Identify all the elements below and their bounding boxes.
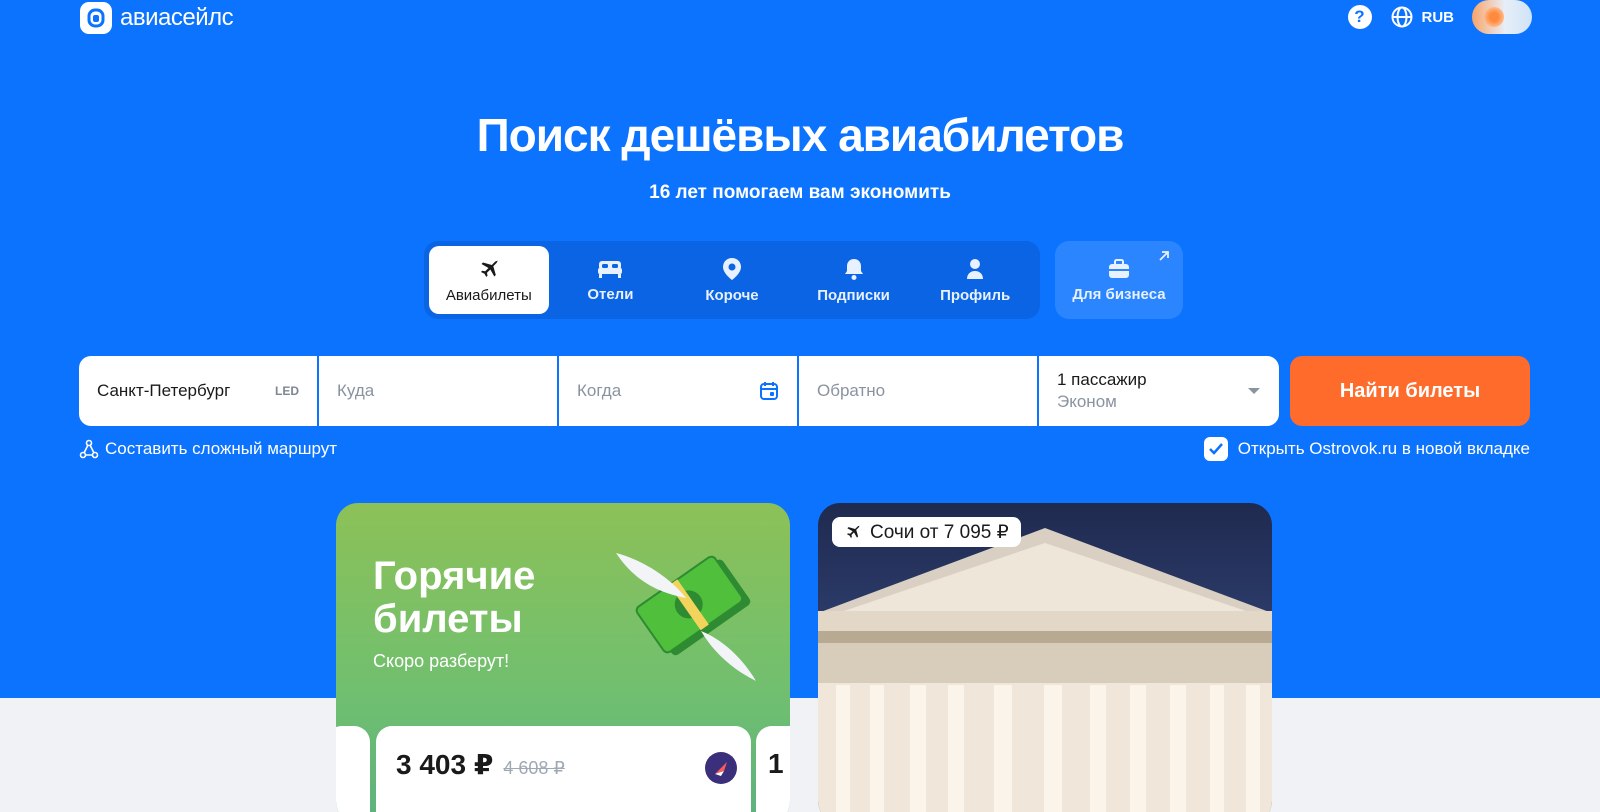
- briefcase-icon: [1109, 258, 1129, 278]
- return-field[interactable]: Обратно: [799, 356, 1037, 426]
- calendar-icon[interactable]: [759, 381, 779, 401]
- help-icon[interactable]: ?: [1347, 5, 1372, 29]
- plane-icon: [480, 259, 498, 277]
- location-pin-icon: [722, 257, 741, 280]
- hot-title-line: Горячие: [373, 554, 536, 598]
- hot-title-line: билеты: [373, 597, 523, 641]
- plane-icon: [847, 525, 860, 538]
- cabin-class: Эконом: [1057, 392, 1117, 411]
- tab-label: Профиль: [940, 286, 1011, 304]
- airline-logo-icon: [705, 752, 737, 784]
- hot-tickets-card[interactable]: Горячие билеты Скоро разберут! 3 403 ₽ 4…: [336, 503, 790, 812]
- tab-label: Короче: [705, 286, 759, 304]
- tab-business[interactable]: Для бизнеса: [1055, 241, 1183, 319]
- bell-icon: [844, 258, 863, 280]
- tab-hotels[interactable]: Отели: [551, 246, 671, 314]
- hot-tickets-title: Горячие билеты: [373, 555, 535, 641]
- logo-text: авиасейлс: [120, 4, 234, 31]
- complex-route-link[interactable]: Составить сложный маршрут: [79, 439, 337, 459]
- tab-label: Подписки: [817, 286, 890, 304]
- sochi-building-image: [818, 528, 1272, 812]
- logo-icon: [80, 2, 112, 34]
- next-price-partial: 1: [768, 748, 784, 779]
- external-link-icon: [1159, 251, 1169, 261]
- origin-field[interactable]: Санкт-Петербург LED: [79, 356, 317, 426]
- person-icon: [967, 258, 984, 279]
- theme-toggle-avatar[interactable]: [1472, 0, 1532, 34]
- old-price: 4 608 ₽: [503, 758, 565, 778]
- currency-label: RUB: [1421, 8, 1455, 26]
- ostrovok-option[interactable]: Открыть Ostrovok.ru в новой вкладке: [1203, 437, 1530, 461]
- page-subtitle: 16 лет помогаем вам экономить: [649, 182, 951, 203]
- ostrovok-label: Открыть Ostrovok.ru в новой вкладке: [1237, 439, 1530, 458]
- search-form: Санкт-Петербург LED Куда Когда Обратно 1…: [79, 356, 1279, 426]
- origin-code: LED: [275, 384, 299, 398]
- header-actions: ? RUB: [1347, 0, 1532, 34]
- price-card-prev[interactable]: [336, 726, 370, 812]
- find-tickets-button[interactable]: Найти билеты: [1290, 356, 1530, 426]
- service-tabs: Авиабилеты Отели Короче Подписки Профиль: [424, 241, 1040, 319]
- date-field[interactable]: Когда: [559, 356, 797, 426]
- ticket-price: 3 403 ₽ 4 608 ₽: [396, 748, 565, 781]
- destination-field[interactable]: Куда: [319, 356, 557, 426]
- page-title: Поиск дешёвых авиабилетов: [476, 109, 1125, 161]
- logo[interactable]: авиасейлс: [80, 2, 234, 34]
- hero-section: [0, 0, 1600, 698]
- price-card-next[interactable]: 1: [756, 726, 790, 812]
- tab-label: Авиабилеты: [445, 286, 532, 304]
- tab-profile[interactable]: Профиль: [915, 246, 1035, 314]
- origin-value: Санкт-Петербург: [97, 381, 231, 400]
- sochi-price-badge: Сочи от 7 095 ₽: [832, 517, 1021, 547]
- chevron-down-icon: [1248, 388, 1260, 394]
- tab-label: Для бизнеса: [1072, 285, 1166, 303]
- hot-ticket-price-card[interactable]: 3 403 ₽ 4 608 ₽: [376, 726, 751, 812]
- sochi-destination-card[interactable]: Сочи от 7 095 ₽: [818, 503, 1272, 812]
- flying-money-icon: [616, 553, 756, 681]
- return-placeholder: Обратно: [817, 381, 886, 400]
- passengers-count: 1 пассажир: [1057, 370, 1147, 389]
- sochi-badge-label: Сочи от 7 095 ₽: [870, 521, 1009, 543]
- passengers-field[interactable]: 1 пассажир Эконом: [1039, 356, 1279, 426]
- ostrovok-checkbox[interactable]: [1203, 437, 1228, 461]
- tab-flights[interactable]: Авиабилеты: [429, 246, 549, 314]
- currency-selector[interactable]: RUB: [1390, 5, 1455, 29]
- tab-short[interactable]: Короче: [672, 246, 792, 314]
- checkmark-icon: [1208, 443, 1223, 455]
- globe-icon: [1391, 6, 1412, 28]
- tab-label: Отели: [587, 285, 634, 303]
- destination-placeholder: Куда: [337, 381, 375, 400]
- complex-route-label: Составить сложный маршрут: [105, 439, 338, 458]
- tab-subscriptions[interactable]: Подписки: [794, 246, 914, 314]
- route-icon: [79, 439, 99, 459]
- current-price: 3 403 ₽: [396, 749, 494, 780]
- date-placeholder: Когда: [577, 381, 622, 400]
- hot-tickets-subtitle: Скоро разберут!: [373, 651, 510, 671]
- bed-icon: [598, 260, 623, 278]
